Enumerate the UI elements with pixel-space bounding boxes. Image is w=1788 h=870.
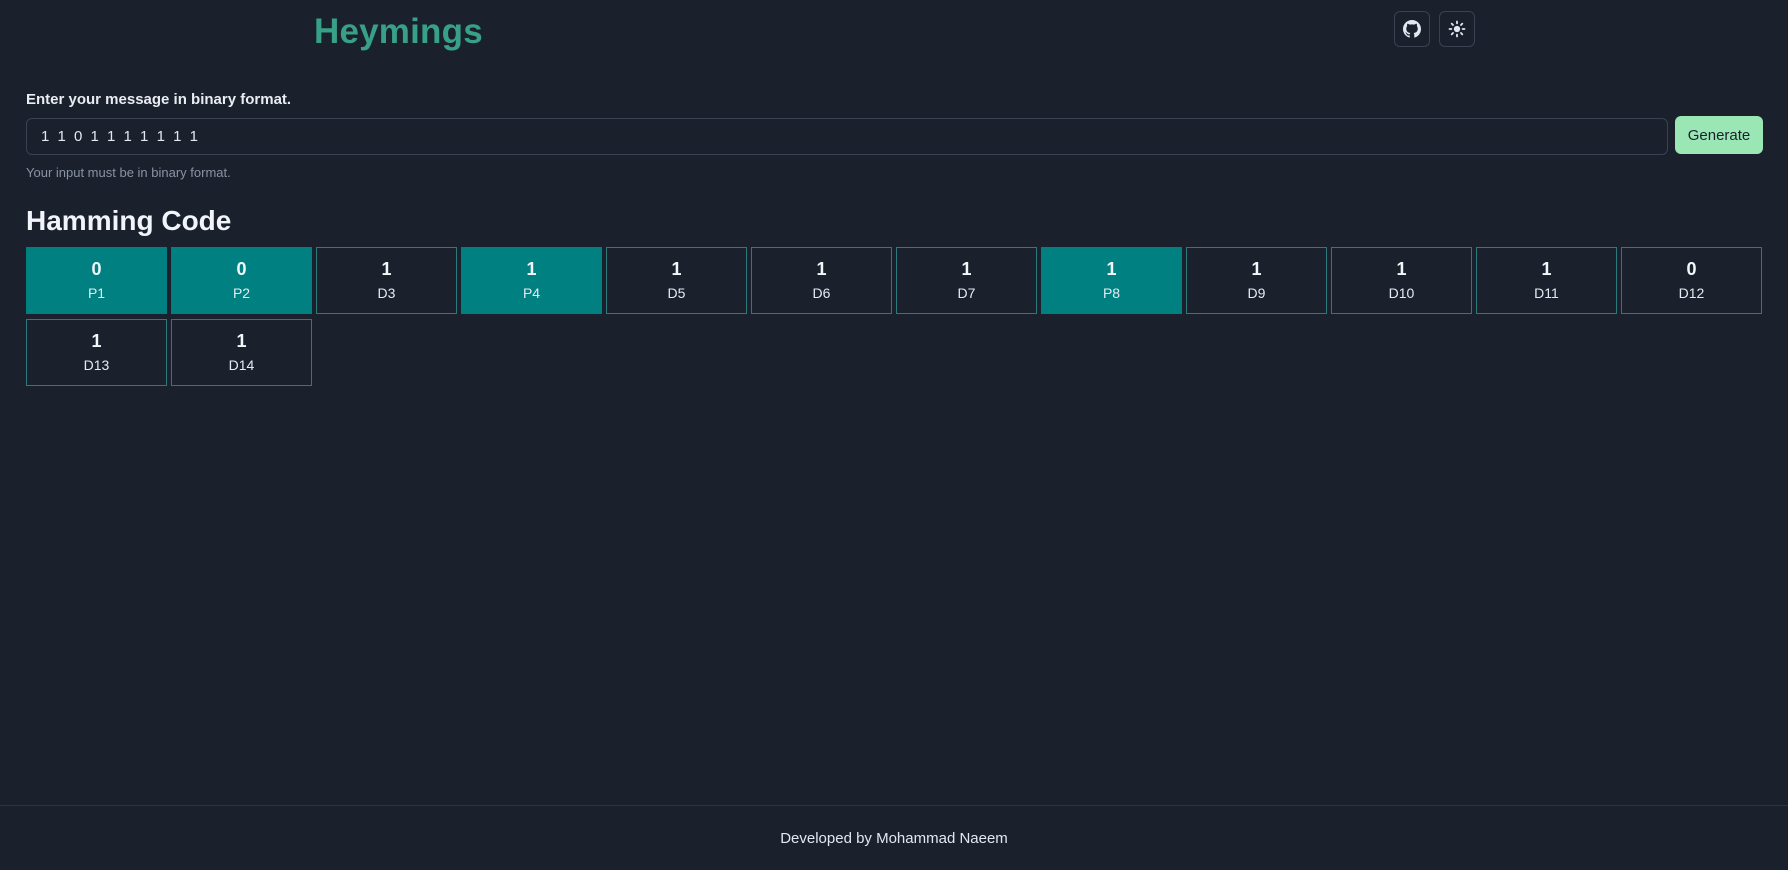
bit-position-label: P1	[87, 285, 106, 301]
data-bit-cell: 1 D7	[896, 247, 1037, 314]
bit-position-label: D7	[957, 285, 976, 301]
header: Heymings	[0, 0, 1788, 64]
parity-bit-cell: 0 P1	[26, 247, 167, 314]
bit-position-label: D10	[1388, 285, 1415, 301]
generate-button[interactable]: Generate	[1675, 116, 1763, 154]
bit-value: 1	[816, 259, 827, 279]
data-bit-cell: 1 D6	[751, 247, 892, 314]
bit-position-label: D9	[1247, 285, 1266, 301]
parity-bit-cell: 1 P8	[1041, 247, 1182, 314]
data-bit-cell: 0 D12	[1621, 247, 1762, 314]
bit-value: 1	[91, 331, 102, 351]
bit-position-label: P2	[232, 285, 251, 301]
bit-value: 1	[1396, 259, 1407, 279]
bit-position-label: P4	[522, 285, 541, 301]
data-bit-cell: 1 D14	[171, 319, 312, 386]
bit-position-label: D5	[667, 285, 686, 301]
binary-message-input[interactable]	[26, 118, 1668, 155]
hamming-code-title: Hamming Code	[26, 205, 232, 236]
github-button[interactable]	[1394, 11, 1430, 47]
data-bit-cell: 1 D5	[606, 247, 747, 314]
bit-value: 1	[381, 259, 392, 279]
bit-position-label: D12	[1678, 285, 1705, 301]
sun-icon	[1448, 20, 1466, 38]
bit-value: 1	[671, 259, 682, 279]
theme-toggle-button[interactable]	[1439, 11, 1475, 47]
input-helper-text: Your input must be in binary format.	[26, 165, 231, 180]
bit-value: 0	[91, 259, 102, 279]
bit-position-label: D6	[812, 285, 831, 301]
data-bit-cell: 1 D11	[1476, 247, 1617, 314]
bit-position-label: D14	[228, 357, 255, 373]
brand-logo[interactable]: Heymings	[314, 11, 483, 53]
parity-bit-cell: 0 P2	[171, 247, 312, 314]
bit-value: 0	[236, 259, 247, 279]
bit-position-label: D13	[83, 357, 110, 373]
hamming-code-grid: 0 P1 0 P2 1 D3 1 P4 1 D5 1 D6 1 D7 1 P8 1 D9 1 D10 1 D11 0 D12 1…	[26, 247, 1763, 386]
bit-value: 1	[961, 259, 972, 279]
github-icon	[1403, 20, 1421, 38]
bit-position-label: D11	[1534, 285, 1559, 301]
app-page: Heymings Enter your message in binary fo…	[0, 0, 1788, 870]
bit-position-label: P8	[1102, 285, 1121, 301]
binary-input-label: Enter your message in binary format.	[26, 91, 292, 108]
footer-credit: Developed by Mohammad Naeem	[780, 829, 1008, 847]
bit-value: 1	[1251, 259, 1262, 279]
footer: Developed by Mohammad Naeem	[0, 805, 1788, 870]
data-bit-cell: 1 D13	[26, 319, 167, 386]
data-bit-cell: 1 D9	[1186, 247, 1327, 314]
data-bit-cell: 1 D10	[1331, 247, 1472, 314]
parity-bit-cell: 1 P4	[461, 247, 602, 314]
bit-value: 1	[1106, 259, 1117, 279]
bit-value: 1	[236, 331, 247, 351]
data-bit-cell: 1 D3	[316, 247, 457, 314]
bit-value: 1	[526, 259, 537, 279]
bit-value: 0	[1686, 259, 1697, 279]
bit-position-label: D3	[377, 285, 396, 301]
bit-value: 1	[1541, 259, 1552, 279]
